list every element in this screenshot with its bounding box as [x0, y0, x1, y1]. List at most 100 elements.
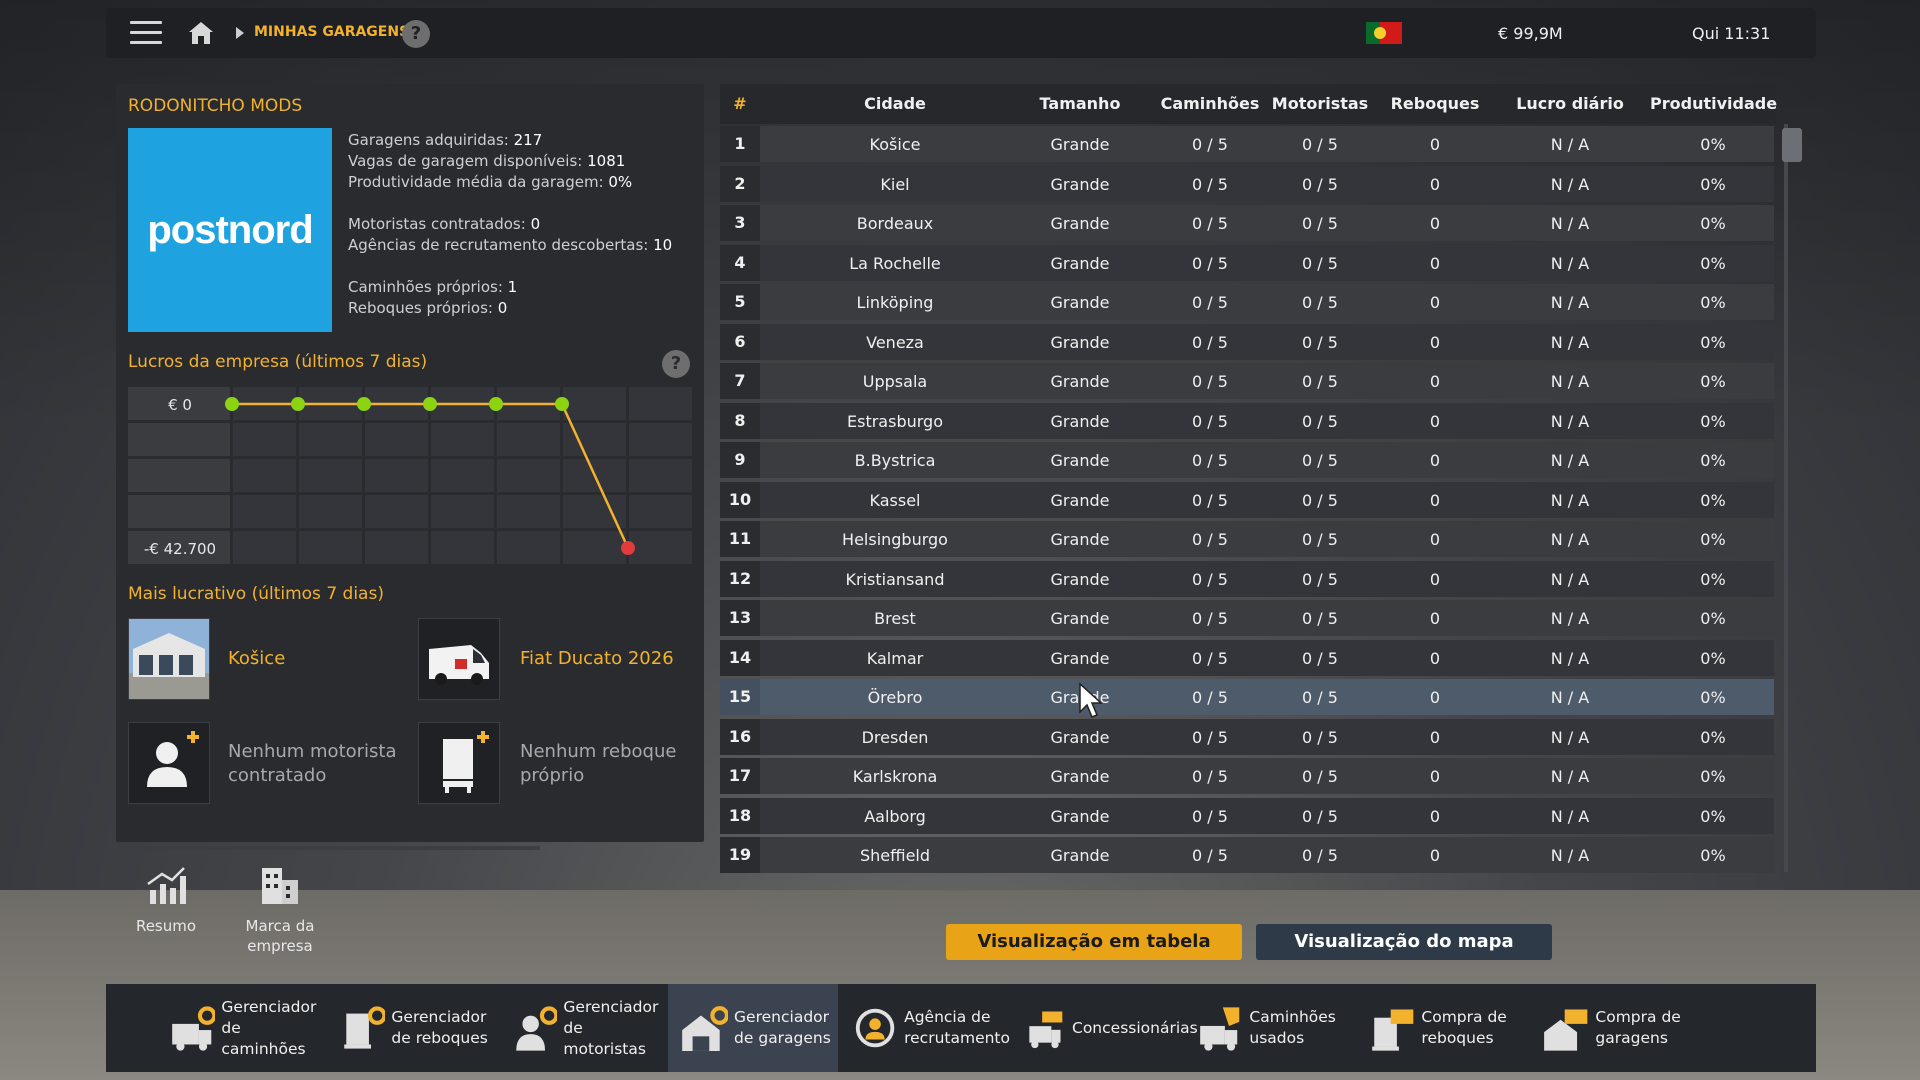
cell-size: Grande [1050, 135, 1110, 154]
cell-number: 4 [720, 244, 760, 281]
dock-recruitment[interactable]: Agência de recrutamento [842, 984, 1010, 1072]
table-row[interactable]: 1 Košice Grande 0 / 5 0 / 5 0 N / A 0% [720, 126, 1774, 162]
table-row[interactable]: 10 Kassel Grande 0 / 5 0 / 5 0 N / A 0% [720, 481, 1774, 518]
header-daily-profit[interactable]: Lucro diário [1490, 94, 1650, 113]
header-city[interactable]: Cidade [790, 94, 1000, 113]
table-row[interactable]: 17 Karlskrona Grande 0 / 5 0 / 5 0 N / A 0% [720, 758, 1774, 794]
buy-trailer-icon [1372, 1009, 1414, 1051]
table-row[interactable]: 4 La Rochelle Grande 0 / 5 0 / 5 0 N / A 0% [720, 244, 1774, 281]
dock-used-truck[interactable]: Caminhões usados [1184, 984, 1352, 1072]
dock-garage-gear[interactable]: Gerenciador de garagens [668, 984, 838, 1072]
dock-label: Concessionárias [1072, 1018, 1198, 1037]
garage-thumbnail[interactable] [128, 618, 210, 700]
dock-driver-gear[interactable]: Gerenciador de motoristas [498, 984, 666, 1072]
cell-trailers: 0 [1429, 451, 1441, 470]
table-view-button[interactable]: Visualização em tabela [946, 924, 1242, 960]
scrollbar-thumb[interactable] [1782, 128, 1802, 162]
cell-daily-profit: N / A [1550, 530, 1590, 549]
table-row[interactable]: 19 Sheffield Grande 0 / 5 0 / 5 0 N / A 0% [720, 837, 1774, 873]
header-drivers[interactable]: Motoristas [1260, 94, 1380, 113]
help-icon[interactable]: ? [402, 20, 430, 48]
cell-trailers: 0 [1429, 648, 1441, 668]
cell-trucks: 0 / 5 [1192, 293, 1228, 312]
cell-city: Veneza [866, 332, 924, 352]
driver-slot[interactable] [128, 722, 210, 804]
cell-drivers: 0 / 5 [1302, 372, 1338, 391]
cell-daily-profit: N / A [1550, 411, 1590, 431]
cell-trucks: 0 / 5 [1192, 332, 1228, 352]
tab-company-brand[interactable]: Marca da empresa [226, 862, 334, 956]
dock-buy-trailer[interactable]: Compra de reboques [1356, 984, 1524, 1072]
trailer-slot[interactable] [418, 722, 500, 804]
table-row[interactable]: 18 Aalborg Grande 0 / 5 0 / 5 0 N / A 0% [720, 797, 1774, 834]
cell-drivers: 0 / 5 [1302, 530, 1338, 549]
tab-summary[interactable]: Resumo [112, 862, 220, 936]
table-row[interactable]: 13 Brest Grande 0 / 5 0 / 5 0 N / A 0% [720, 600, 1774, 636]
most-profitable-garage[interactable]: Košice [228, 648, 285, 669]
header-trucks[interactable]: Caminhões [1150, 94, 1270, 113]
profits-help-icon[interactable]: ? [662, 350, 690, 378]
top-bar: MINHAS GARAGENS ? € 99,9M Qui 11:31 [106, 8, 1816, 58]
table-row[interactable]: 16 Dresden Grande 0 / 5 0 / 5 0 N / A 0% [720, 718, 1774, 755]
table-row[interactable]: 15ÖrebroGrande0 / 50 / 50N / A0% [720, 679, 1774, 715]
cell-trailers: 0 [1429, 253, 1441, 273]
cell-productivity: 0% [1700, 688, 1726, 707]
cell-size: Grande [1050, 293, 1110, 312]
table-row[interactable]: 14 Kalmar Grande 0 / 5 0 / 5 0 N / A 0% [720, 639, 1774, 676]
chart-grid-cell [365, 459, 428, 492]
table-row[interactable]: 7 Uppsala Grande 0 / 5 0 / 5 0 N / A 0% [720, 363, 1774, 399]
cell-city: B.Bystrica [854, 451, 936, 470]
cell-city: Sheffield [859, 846, 931, 865]
cell-daily-profit: N / A [1550, 451, 1590, 470]
breadcrumb[interactable]: MINHAS GARAGENS [254, 24, 409, 40]
header-productivity[interactable]: Produtividade [1650, 94, 1777, 113]
truck-thumbnail[interactable] [418, 618, 500, 700]
company-building-icon [262, 868, 298, 904]
table-row[interactable]: 12 Kristiansand Grande 0 / 5 0 / 5 0 N / A 0% [720, 560, 1774, 597]
profit-point[interactable] [489, 397, 503, 411]
home-icon[interactable] [188, 20, 214, 46]
cell-trucks: 0 / 5 [1192, 806, 1228, 826]
table-row[interactable]: 11 Helsingburgo Grande 0 / 5 0 / 5 0 N / A 0% [720, 521, 1774, 557]
company-panel: RODONITCHO MODS postnord Garagens adquir… [116, 84, 704, 850]
tab-brand-label: Marca da empresa [245, 917, 315, 955]
garage-gear-icon [682, 1006, 729, 1051]
dock-trailer-gear[interactable]: Gerenciador de reboques [326, 984, 494, 1072]
cell-trucks: 0 / 5 [1192, 648, 1228, 668]
table-row[interactable]: 8 Estrasburgo Grande 0 / 5 0 / 5 0 N / A 0% [720, 402, 1774, 439]
cell-trailers: 0 [1429, 569, 1441, 589]
dock-dealer[interactable]: Concessionárias [1012, 984, 1198, 1072]
table-row[interactable]: 2 Kiel Grande 0 / 5 0 / 5 0 N / A 0% [720, 165, 1774, 202]
cell-size: Grande [1050, 490, 1110, 510]
profit-point[interactable] [357, 397, 371, 411]
cell-daily-profit: N / A [1550, 727, 1590, 747]
game-clock: Qui 11:31 [1692, 24, 1771, 43]
table-row[interactable]: 9 B.Bystrica Grande 0 / 5 0 / 5 0 N / A 0% [720, 442, 1774, 478]
profit-point[interactable] [423, 397, 437, 411]
stat-label: Produtividade média da garagem: [348, 173, 604, 191]
table-row[interactable]: 3 Bordeaux Grande 0 / 5 0 / 5 0 N / A 0% [720, 205, 1774, 241]
cell-city: Örebro [867, 688, 923, 707]
header-size[interactable]: Tamanho [1010, 94, 1150, 113]
profit-point[interactable] [555, 397, 569, 411]
dock-truck-gear[interactable]: Gerenciador de caminhões [156, 984, 324, 1072]
profit-point[interactable] [225, 397, 239, 411]
scrollbar-track[interactable] [1784, 124, 1788, 872]
table-row[interactable]: 6 Veneza Grande 0 / 5 0 / 5 0 N / A 0% [720, 323, 1774, 360]
profit-point[interactable] [621, 541, 635, 555]
header-number[interactable]: # [720, 94, 760, 113]
cell-trucks: 0 / 5 [1192, 372, 1228, 391]
header-trailers[interactable]: Reboques [1380, 94, 1490, 113]
chart-grid-cell [233, 459, 296, 492]
cell-number: 19 [720, 837, 760, 873]
most-profitable-truck[interactable]: Fiat Ducato 2026 [520, 648, 674, 669]
map-view-button[interactable]: Visualização do mapa [1256, 924, 1552, 960]
cell-productivity: 0% [1700, 569, 1726, 589]
table-row[interactable]: 5 Linköping Grande 0 / 5 0 / 5 0 N / A 0% [720, 284, 1774, 320]
dock-buy-garage[interactable]: Compra de garagens [1530, 984, 1698, 1072]
profit-point[interactable] [291, 397, 305, 411]
stat-label: Caminhões próprios: [348, 278, 503, 296]
chart-grid-cell [497, 531, 560, 564]
menu-icon[interactable] [130, 21, 162, 45]
cell-daily-profit: N / A [1550, 372, 1590, 391]
